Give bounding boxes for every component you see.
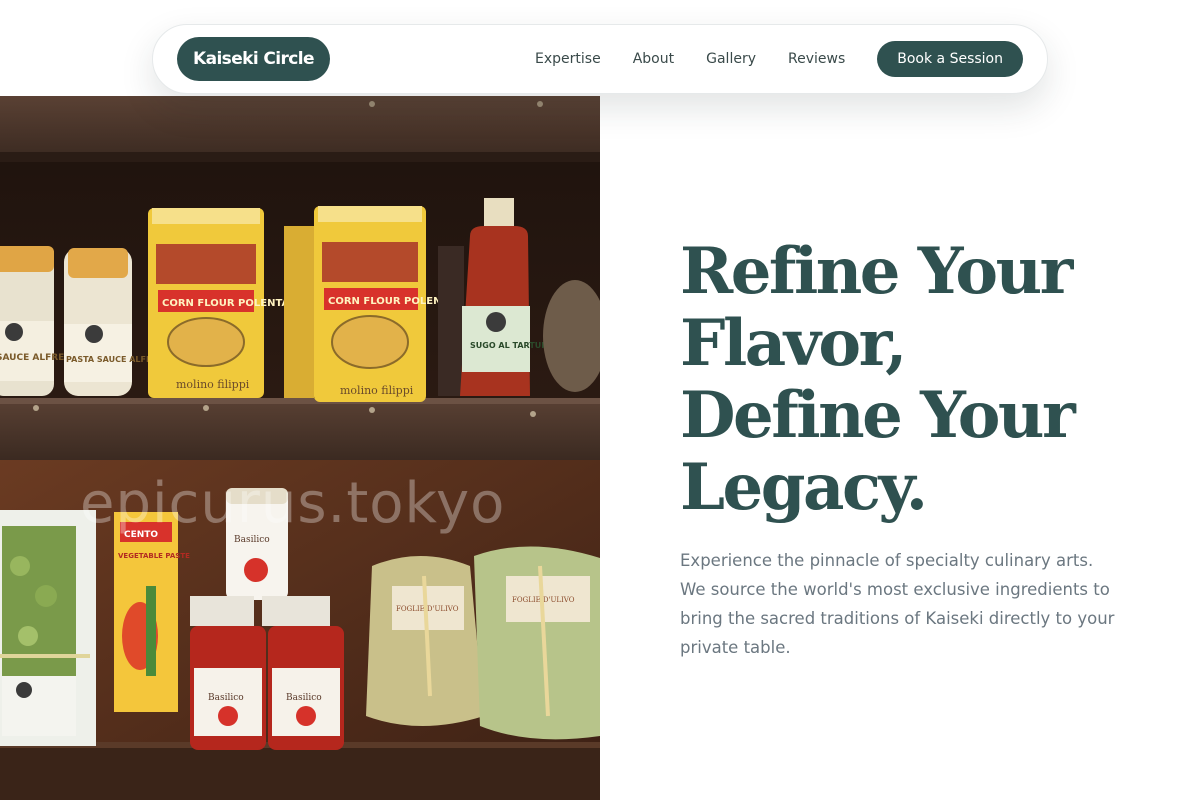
headline-line-4: Legacy. (680, 450, 928, 525)
nav-link-about[interactable]: About (633, 51, 674, 67)
hero-headline: Refine Your Flavor, Define Your Legacy. (680, 236, 1160, 524)
nav-link-reviews[interactable]: Reviews (788, 51, 845, 67)
polenta-label-1: CORN FLOUR POLENTA (162, 298, 289, 309)
polenta-brand-2: molino filippi (340, 384, 414, 397)
hero-copy: Refine Your Flavor, Define Your Legacy. … (680, 236, 1160, 662)
polenta-label-2: CORN FLOUR POLENTA (328, 296, 455, 307)
pasta-bags: FOGLIE D'ULIVO FOGLIE D'ULIVO (366, 546, 600, 740)
hero-description: Experience the pinnacle of specialty cul… (680, 551, 1115, 657)
top-navigation: Kaiseki Circle Expertise About Gallery R… (152, 24, 1048, 94)
headline-line-1: Refine Your (680, 234, 1073, 309)
nav-link-gallery[interactable]: Gallery (706, 51, 756, 67)
pantry-shelves-illustration: SAUCE ALFREDO PASTA SAUCE ALFREDO CORN F… (0, 96, 600, 800)
hero-image: SAUCE ALFREDO PASTA SAUCE ALFREDO CORN F… (0, 96, 600, 800)
truffle-label: SUGO AL TARTUFO (470, 341, 554, 350)
paste-label: VEGETABLE PASTE (118, 552, 190, 560)
nav-links: Expertise About Gallery Reviews Book a S… (535, 41, 1023, 77)
tomato-jar-label-left: Basilico (208, 693, 244, 703)
tomato-jar-label-top: Basilico (234, 535, 270, 545)
headline-line-2: Flavor, (680, 306, 907, 381)
nav-link-expertise[interactable]: Expertise (535, 51, 601, 67)
tomato-jar-label-right: Basilico (286, 693, 322, 703)
brand-logo[interactable]: Kaiseki Circle (177, 37, 330, 81)
green-pasta-box (0, 510, 96, 746)
book-session-button[interactable]: Book a Session (877, 41, 1023, 77)
headline-line-3: Define Your (680, 378, 1076, 453)
image-watermark: epicurus.tokyo (80, 471, 506, 536)
polenta-brand-1: molino filippi (176, 378, 250, 391)
